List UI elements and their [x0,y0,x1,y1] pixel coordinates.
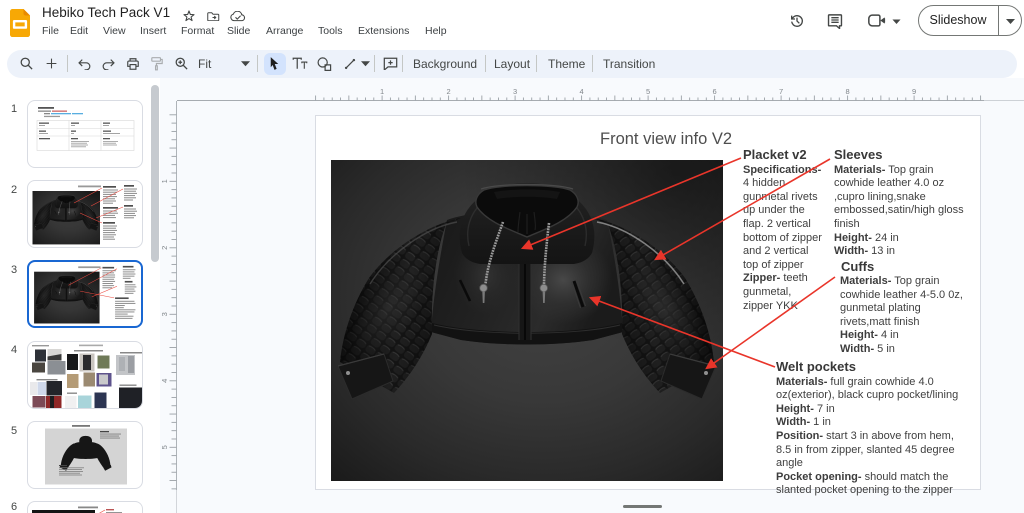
svg-text:5: 5 [646,87,650,96]
svg-text:2: 2 [447,87,451,96]
svg-text:7: 7 [779,87,783,96]
svg-text:3: 3 [160,312,169,316]
svg-text:9: 9 [912,87,916,96]
svg-text:1: 1 [380,87,384,96]
svg-text:8: 8 [846,87,850,96]
svg-text:6: 6 [713,87,717,96]
svg-text:4: 4 [160,379,169,383]
svg-text:2: 2 [160,246,169,250]
svg-text:5: 5 [160,445,169,449]
svg-text:1: 1 [160,179,169,183]
svg-text:4: 4 [580,87,584,96]
svg-text:3: 3 [513,87,517,96]
